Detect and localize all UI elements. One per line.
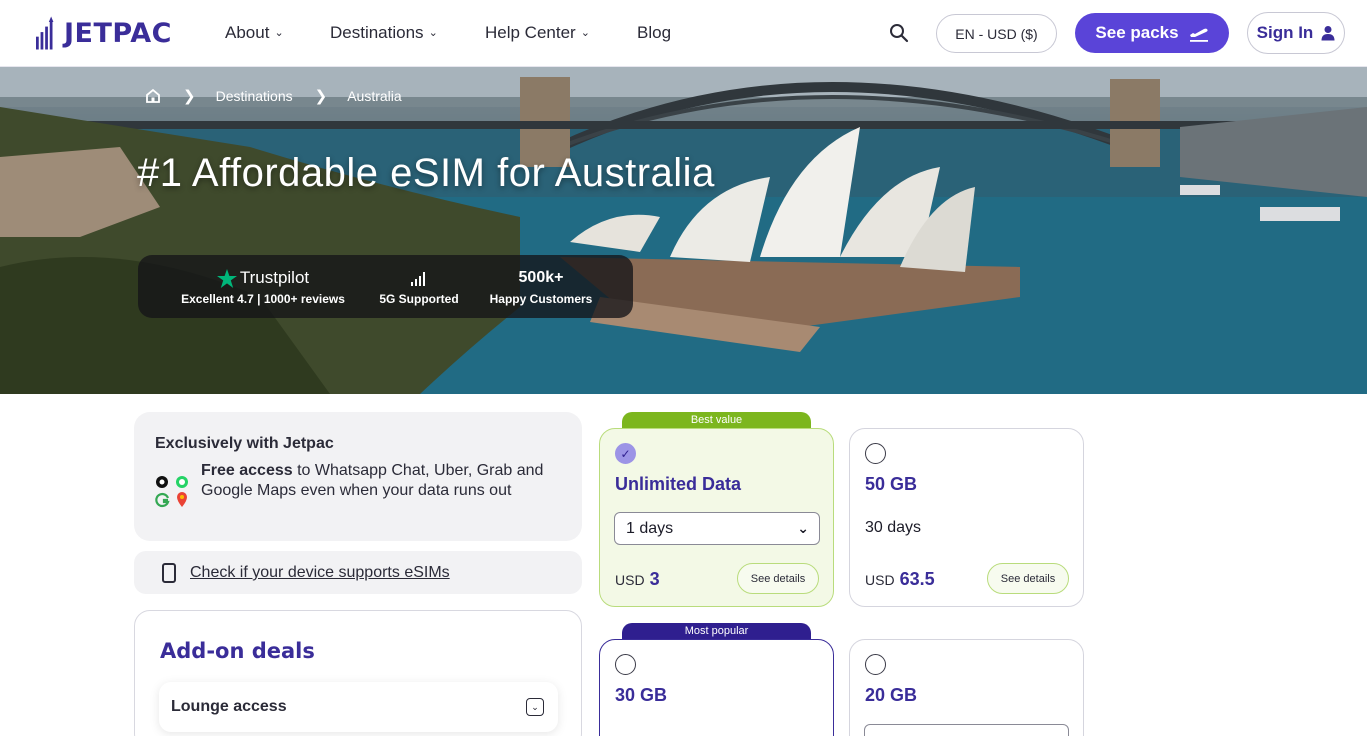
plan-duration: 30 days [865,519,922,536]
plan-name: 50 GB [865,474,918,494]
device-check-link[interactable]: Check if your device supports eSIMs [190,564,450,582]
see-packs-label: See packs [1095,23,1179,42]
customers-count: 500k+ [518,269,564,286]
plan-name: 30 GB [615,685,668,705]
breadcrumb: ❯ Destinations ❯ Australia [145,87,402,105]
radio-selected[interactable]: ✓ [615,443,636,464]
logo-mark-icon [36,16,54,50]
5g-label: 5G Supported [379,292,459,306]
plan-name: 20 GB [865,685,918,705]
radio-unselected[interactable] [865,654,886,675]
exclusive-title: Exclusively with Jetpac [155,435,334,452]
user-icon [1321,26,1335,41]
logo-text: JETPAC [64,17,172,49]
nav-blog-label: Blog [637,23,672,42]
plan-name: Unlimited Data [615,474,742,494]
most-popular-ribbon: Most popular [622,623,811,640]
best-value-ribbon: Best value [622,412,811,429]
chevron-down-icon: ⌄ [428,26,438,39]
chevron-down-icon: ⌄ [274,26,284,39]
signal-icon [411,272,425,286]
plan-price: USD 3 [615,569,660,590]
home-icon[interactable] [145,88,161,104]
nav-about-label: About [225,23,270,42]
nav-help-center[interactable]: Help Center ⌄ [485,23,590,43]
language-currency-button[interactable]: EN - USD ($) [936,14,1057,53]
sydney-harbour-image [0,67,1367,394]
nav-destinations-label: Destinations [330,23,424,42]
chevron-right-icon: ❯ [314,88,328,105]
nav-help-center-label: Help Center [485,23,576,42]
page-title: #1 Affordable eSIM for Australia [137,151,715,195]
plane-takeoff-icon [1189,28,1208,42]
days-select-value: 1 days [626,519,674,537]
nav-destinations[interactable]: Destinations ⌄ [330,23,438,43]
sign-in-button[interactable]: Sign In [1247,12,1345,54]
breadcrumb-destinations[interactable]: Destinations [216,88,293,104]
stat-customers: 500k+ Happy Customers [484,255,598,318]
radio-unselected[interactable] [615,654,636,675]
days-select[interactable] [864,724,1069,736]
price-currency: USD [865,572,895,588]
trustpilot-label: Trustpilot [239,268,310,287]
exclusive-text-bold: Free access [201,462,293,479]
trustpilot-rating: Excellent 4.7 | 1000+ reviews [181,292,345,306]
radio-unselected[interactable] [865,443,886,464]
search-icon[interactable] [887,21,911,45]
see-details-button[interactable]: See details [987,563,1069,594]
plan-card-20gb[interactable]: 20 GB [849,639,1084,736]
price-amount: 3 [649,569,660,589]
device-check-card[interactable]: Check if your device supports eSIMs [134,551,582,594]
star-icon [216,268,237,288]
partner-apps-icons [155,476,188,508]
lounge-access-label: Lounge access [171,698,287,715]
site-header: JETPAC About ⌄ Destinations ⌄ Help Cente… [0,0,1367,67]
exclusive-card: Exclusively with Jetpac Free access to W… [134,412,582,541]
plan-card-30gb[interactable]: 30 GB [599,639,834,736]
chevron-down-icon: ⌄ [580,26,590,39]
addon-deals-card: Add-on deals Lounge access ⌄ [134,610,582,736]
price-amount: 63.5 [899,569,935,589]
jetpac-logo[interactable]: JETPAC [36,14,172,52]
stat-trustpilot[interactable]: Trustpilot Excellent 4.7 | 1000+ reviews [178,255,348,318]
days-select[interactable]: 1 days ⌄ [614,512,820,545]
price-currency: USD [615,572,645,588]
customers-label: Happy Customers [489,292,593,306]
nav-blog[interactable]: Blog [637,23,671,43]
chevron-right-icon: ❯ [183,88,196,105]
breadcrumb-australia: Australia [347,88,402,104]
language-currency-label: EN - USD ($) [955,25,1038,42]
stat-5g: 5G Supported [370,255,468,318]
stats-bar: Trustpilot Excellent 4.7 | 1000+ reviews… [138,255,633,318]
phone-icon [162,563,176,583]
plan-price: USD 63.5 [865,569,935,590]
sign-in-label: Sign In [1256,23,1314,42]
hero-banner: ❯ Destinations ❯ Australia #1 Affordable… [0,67,1367,394]
plan-card-50gb[interactable]: 50 GB 30 days USD 63.5 See details [849,428,1084,607]
chevron-down-icon[interactable]: ⌄ [526,698,544,716]
addon-lounge-access[interactable]: Lounge access ⌄ [159,682,558,732]
plan-card-unlimited[interactable]: ✓ Unlimited Data 1 days ⌄ USD 3 See deta… [599,428,834,607]
see-details-button[interactable]: See details [737,563,819,594]
exclusive-text: Free access to Whatsapp Chat, Uber, Grab… [201,461,561,501]
nav-about[interactable]: About ⌄ [225,23,284,43]
chevron-down-icon: ⌄ [797,520,809,536]
addon-deals-title: Add-on deals [160,639,315,663]
see-packs-button[interactable]: See packs [1075,13,1229,53]
